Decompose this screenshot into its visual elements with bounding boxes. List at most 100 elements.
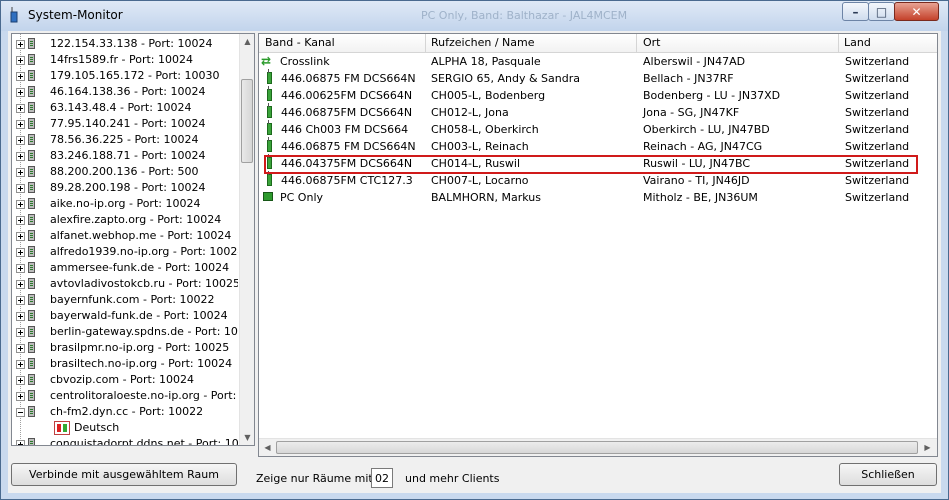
scroll-left-icon[interactable]: ◀ [260,440,275,455]
tree-item[interactable]: ch-fm2.dyn.cc - Port: 10022 [12,404,238,420]
tree-item-label: 122.154.33.138 - Port: 10024 [50,37,213,50]
expand-icon[interactable] [16,184,25,193]
cell-call: CH005-L, Bodenberg [431,89,546,102]
server-icon [28,214,35,225]
server-icon [28,326,35,337]
expand-icon[interactable] [16,152,25,161]
expand-icon[interactable] [16,200,25,209]
tree-item-label: brasiltech.no-ip.org - Port: 10024 [50,357,233,370]
list-horizontal-scrollbar[interactable]: ◀ ▶ [259,438,937,456]
tree-vertical-scrollbar[interactable]: ▲ ▼ [239,34,254,445]
cell-band: 446.00625FM DCS664N [281,89,413,102]
tree-item[interactable]: conquistadorpt.ddns.net - Port: 10025 [12,436,238,445]
expand-icon[interactable] [16,280,25,289]
close-button[interactable]: Schließen [839,463,937,486]
expand-icon[interactable] [16,72,25,81]
tree-item[interactable]: brasiltech.no-ip.org - Port: 10024 [12,356,238,372]
minimize-button[interactable]: – [842,2,869,21]
expand-icon[interactable] [16,104,25,113]
tree-item[interactable]: alexfire.zapto.org - Port: 10024 [12,212,238,228]
tree-item[interactable]: bayernfunk.com - Port: 10022 [12,292,238,308]
connect-room-button[interactable]: Verbinde mit ausgewähltem Raum [11,463,237,486]
title-bar[interactable]: System-Monitor PC Only, Band: Balthazar … [1,1,948,31]
tree-item[interactable]: centrolitoraloeste.no-ip.org - Port: 100… [12,388,238,404]
expand-icon[interactable] [16,232,25,241]
tree-item[interactable]: avtovladivostokcb.ru - Port: 10025 [12,276,238,292]
column-ort[interactable]: Ort [643,36,661,49]
list-row[interactable]: 446.00625FM DCS664N CH005-L, Bodenberg Bod… [259,86,937,104]
expand-icon[interactable] [16,312,25,321]
expand-icon[interactable] [16,248,25,257]
tree-item[interactable]: berlin-gateway.spdns.de - Port: 10022 [12,324,238,340]
tree-item[interactable]: 83.246.188.71 - Port: 10024 [12,148,238,164]
expand-icon[interactable] [16,376,25,385]
expand-icon[interactable] [16,216,25,225]
tree-item[interactable]: alfanet.webhop.me - Port: 10024 [12,228,238,244]
column-separator[interactable] [636,34,637,52]
expand-icon[interactable] [16,344,25,353]
scroll-right-icon[interactable]: ▶ [920,440,935,455]
server-tree[interactable]: 122.154.33.138 - Port: 10024 14frs1589.fr… [11,33,255,446]
tree-item[interactable]: 88.200.200.136 - Port: 500 [12,164,238,180]
list-row[interactable]: 446 Ch003 FM DCS664 CH058-L, Oberkirch Obe… [259,120,937,138]
list-row[interactable]: PC Only BALMHORN, Markus Mitholz - BE, JN3… [259,189,937,206]
list-scroll-thumb[interactable] [276,441,918,454]
expand-icon[interactable] [16,168,25,177]
column-band-kanal[interactable]: Band - Kanal [265,36,335,49]
list-row[interactable]: 446.06875 FM DCS664N CH003-L, Reinach Rein… [259,137,937,155]
column-separator[interactable] [838,34,839,52]
server-icon [28,390,35,401]
tree-item[interactable]: 63.143.48.4 - Port: 10024 [12,100,238,116]
tree-item[interactable]: 179.105.165.172 - Port: 10030 [12,68,238,84]
minimize-icon: – [852,4,859,19]
cell-ort: Alberswil - JN47AD [643,55,746,68]
collapse-icon[interactable] [16,408,25,417]
expand-icon[interactable] [16,392,25,401]
expand-icon[interactable] [16,40,25,49]
tree-scroll-thumb[interactable] [241,79,253,163]
column-land[interactable]: Land [844,36,871,49]
tree-item-label: cbvozip.com - Port: 10024 [50,373,195,386]
tree-item[interactable]: 46.164.138.36 - Port: 10024 [12,84,238,100]
server-icon [28,166,35,177]
expand-icon[interactable] [16,264,25,273]
expand-icon[interactable] [16,136,25,145]
tree-item[interactable]: aike.no-ip.org - Port: 10024 [12,196,238,212]
tree-item[interactable]: 122.154.33.138 - Port: 10024 [12,36,238,52]
tree-item[interactable]: brasilpmr.no-ip.org - Port: 10025 [12,340,238,356]
tree-item[interactable]: ammersee-funk.de - Port: 10024 [12,260,238,276]
expand-icon[interactable] [16,440,25,445]
expand-icon[interactable] [16,296,25,305]
min-clients-input[interactable]: 02 [371,468,393,488]
cell-ort: Vairano - TI, JN46JD [643,174,750,187]
expand-icon[interactable] [16,120,25,129]
column-rufzeichen[interactable]: Rufzeichen / Name [431,36,535,49]
tree-item-label: 89.28.200.198 - Port: 10024 [50,181,206,194]
scroll-up-icon[interactable]: ▲ [240,34,254,49]
list-row[interactable]: 446.06875FM DCS664N CH012-L, Jona Jona - S… [259,103,937,121]
expand-icon[interactable] [16,328,25,337]
tree-item[interactable]: alfredo1939.no-ip.org - Port: 10024 [12,244,238,260]
list-row[interactable]: ⇄ Crosslink ALPHA 18, Pasquale Alberswil - … [259,53,937,70]
server-icon [28,278,35,289]
crosslink-icon: ⇄ [261,54,272,68]
maximize-button[interactable]: □ [868,2,895,21]
tree-item[interactable]: 89.28.200.198 - Port: 10024 [12,180,238,196]
list-row[interactable]: 446.06875FM CTC127.3 CH007-L, Locarno Vair… [259,171,937,189]
list-row[interactable]: 446.06875 FM DCS664N SERGIO 65, Andy & Sa… [259,69,937,87]
tree-item[interactable]: 78.56.36.225 - Port: 10024 [12,132,238,148]
column-separator[interactable] [425,34,426,52]
expand-icon[interactable] [16,360,25,369]
tree-item[interactable]: 14frs1589.fr - Port: 10024 [12,52,238,68]
expand-icon[interactable] [16,88,25,97]
server-icon [28,342,35,353]
close-window-button[interactable]: ✕ [894,2,939,21]
scroll-down-icon[interactable]: ▼ [240,430,254,445]
expand-icon[interactable] [16,56,25,65]
cell-land: Switzerland [845,123,910,136]
tree-item[interactable]: bayerwald-funk.de - Port: 10024 [12,308,238,324]
room-list[interactable]: Band - Kanal Rufzeichen / Name Ort Land … [258,33,938,457]
tree-item[interactable]: 77.95.140.241 - Port: 10024 [12,116,238,132]
tree-item[interactable]: Deutsch [12,420,238,436]
tree-item[interactable]: cbvozip.com - Port: 10024 [12,372,238,388]
